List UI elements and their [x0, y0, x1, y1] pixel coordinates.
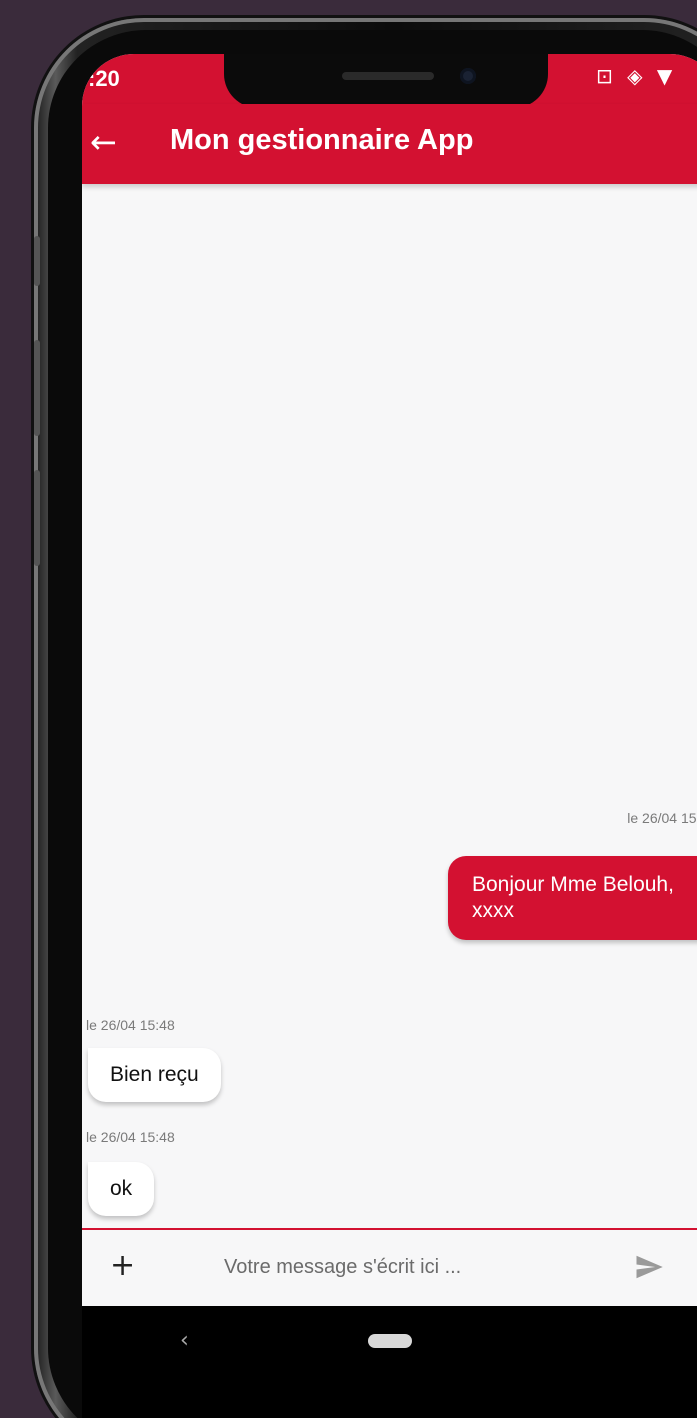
message-bubble-incoming[interactable]: ok: [88, 1162, 155, 1216]
nav-home-pill[interactable]: [368, 1334, 412, 1348]
phone-volume-down: [34, 470, 40, 566]
speaker-grille: [342, 72, 434, 80]
add-attachment-icon[interactable]: +: [110, 1250, 135, 1282]
message-bubble-incoming[interactable]: Bien reçu: [88, 1048, 221, 1102]
message-bubble-outgoing[interactable]: Bonjour Mme Belouh, xxxx: [448, 856, 697, 940]
screenshot-stage: :20 ⊡ ◈ ▼ ← Mon gestionnaire App le 26/0…: [0, 0, 697, 1418]
system-nav-bar: ‹: [82, 1306, 697, 1418]
phone-mute-switch: [34, 236, 40, 286]
message-input[interactable]: [222, 1248, 606, 1286]
status-time: :20: [88, 66, 120, 91]
phone-screen: :20 ⊡ ◈ ▼ ← Mon gestionnaire App le 26/0…: [82, 54, 697, 1418]
message-timestamp: le 26/04 15:47: [627, 810, 697, 826]
page-title: Mon gestionnaire App: [170, 124, 474, 156]
message-text: ok: [110, 1177, 133, 1200]
message-composer: +: [82, 1228, 697, 1306]
back-arrow-icon[interactable]: ←: [90, 122, 130, 162]
camera-notch: [224, 54, 548, 108]
message-text: Bien reçu: [110, 1063, 199, 1086]
send-icon[interactable]: [634, 1252, 664, 1282]
phone-volume-up: [34, 340, 40, 436]
status-icons: ⊡ ◈ ▼: [596, 64, 677, 88]
chat-thread[interactable]: le 26/04 15:47 Bonjour Mme Belouh, xxxx …: [82, 184, 697, 1229]
app-bar: ← Mon gestionnaire App: [82, 104, 697, 184]
message-timestamp: le 26/04 15:48: [86, 1017, 175, 1033]
nav-back-icon[interactable]: ‹: [180, 1328, 189, 1353]
front-camera: [460, 68, 476, 84]
message-timestamp: le 26/04 15:48: [86, 1129, 175, 1145]
message-text: Bonjour Mme Belouh, xxxx: [472, 873, 674, 922]
